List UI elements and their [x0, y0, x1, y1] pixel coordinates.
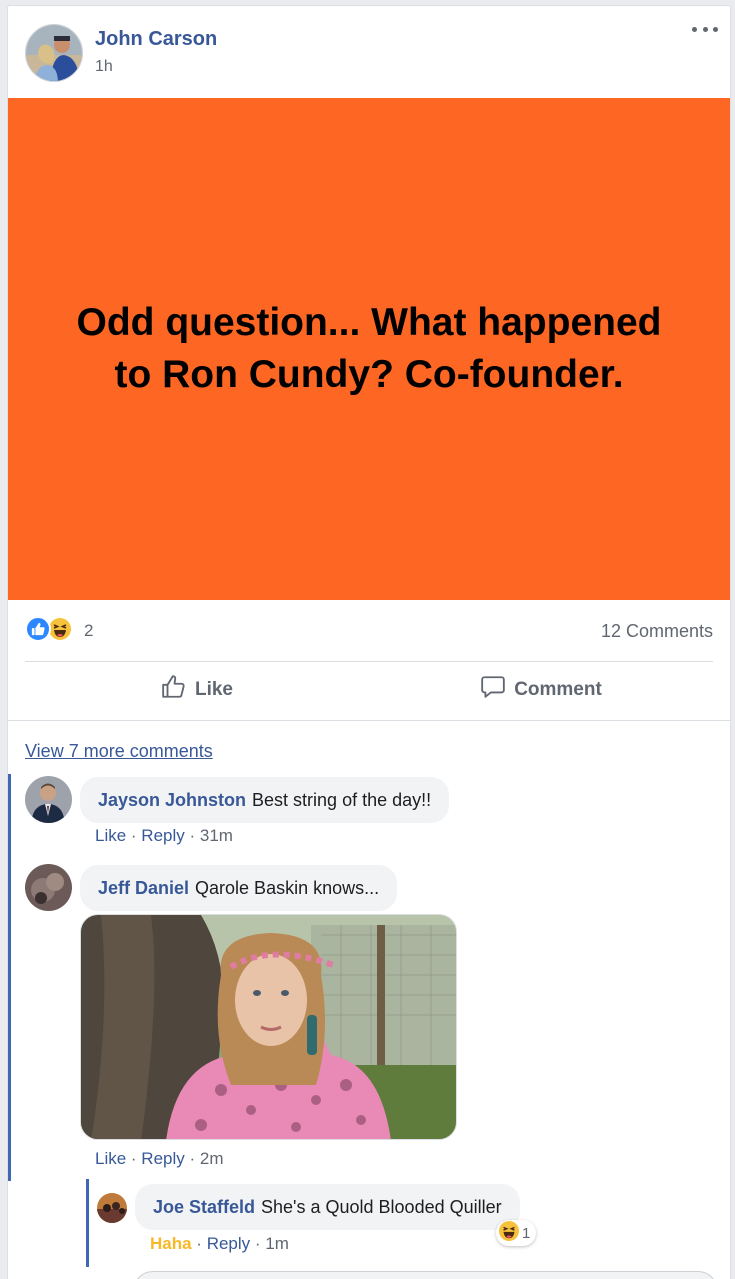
comment-text: Best string of the day!! [252, 789, 432, 810]
thumbs-up-icon [161, 674, 187, 706]
comment-bubble: Jayson Johnston Best string of the day!! [80, 777, 450, 823]
divider [25, 661, 713, 662]
like-button-label: Like [194, 679, 234, 700]
view-more-comments-link[interactable]: View 7 more comments [25, 741, 213, 762]
post-author-name[interactable]: John Carson [95, 28, 217, 51]
comment-time[interactable]: 31m [200, 826, 233, 845]
post-card: John Carson 1h Odd question... What happ… [7, 5, 731, 1279]
divider [8, 720, 730, 721]
replier-avatar[interactable] [97, 1193, 127, 1223]
comment-icon [480, 674, 506, 706]
reply-thread-indicator [86, 1179, 89, 1267]
comment-like-link[interactable]: Like [95, 826, 126, 845]
comment-bubble: Jeff Daniel Qarole Baskin knows... [80, 865, 398, 911]
reaction-summary: 2 12 Comments [25, 614, 713, 648]
comment-count[interactable]: 12 Comments [601, 621, 713, 642]
comment-button-label: Comment [514, 679, 602, 700]
comment-time[interactable]: 2m [200, 1149, 224, 1168]
author-avatar[interactable] [25, 24, 83, 82]
like-button[interactable]: Like [25, 664, 369, 716]
reply-text: She's a Quold Blooded Quiller [261, 1196, 502, 1217]
comment-text: Qarole Baskin knows... [195, 877, 380, 898]
replier-name[interactable]: Joe Staffeld [153, 1197, 255, 1218]
action-bar: Like Comment [25, 664, 713, 716]
reaction-count[interactable]: 2 [84, 621, 93, 641]
reply-bubble: Joe Staffeld She's a Quold Blooded Quill… [135, 1184, 520, 1230]
comment-meta: Like · Reply · 2m [95, 1149, 224, 1168]
reaction-icons[interactable] [25, 616, 73, 642]
comment-button[interactable]: Comment [369, 664, 713, 716]
post-header: John Carson 1h [8, 6, 730, 98]
comment-reply-link[interactable]: Reply [141, 1149, 184, 1168]
status-text: Odd question... What happened to Ron Cun… [76, 301, 662, 396]
haha-reaction-icon [499, 1221, 519, 1245]
comment-like-link[interactable]: Like [95, 1149, 126, 1168]
status-background: Odd question... What happened to Ron Cun… [8, 98, 730, 600]
thread-indicator [8, 774, 11, 1181]
comment-photo-attachment[interactable] [80, 914, 457, 1140]
reply-reaction-link[interactable]: Haha [150, 1234, 192, 1253]
like-reaction-icon [25, 616, 51, 642]
post-timestamp[interactable]: 1h [95, 58, 113, 76]
reply-reply-link[interactable]: Reply [207, 1234, 250, 1253]
comment-reply-link[interactable]: Reply [141, 826, 184, 845]
reply-reaction-badge[interactable]: 1 [496, 1220, 537, 1246]
comment-meta: Like · Reply · 31m [95, 826, 233, 845]
commenter-name[interactable]: Jeff Daniel [98, 878, 189, 899]
next-comment-box[interactable] [133, 1271, 718, 1279]
reply-reaction-count: 1 [522, 1224, 531, 1242]
more-horizontal-icon[interactable] [692, 22, 718, 36]
reply-meta: Haha · Reply · 1m [150, 1234, 289, 1253]
reply-time[interactable]: 1m [265, 1234, 289, 1253]
commenter-avatar[interactable] [25, 776, 72, 823]
commenter-name[interactable]: Jayson Johnston [98, 790, 246, 811]
commenter-avatar[interactable] [25, 864, 72, 911]
